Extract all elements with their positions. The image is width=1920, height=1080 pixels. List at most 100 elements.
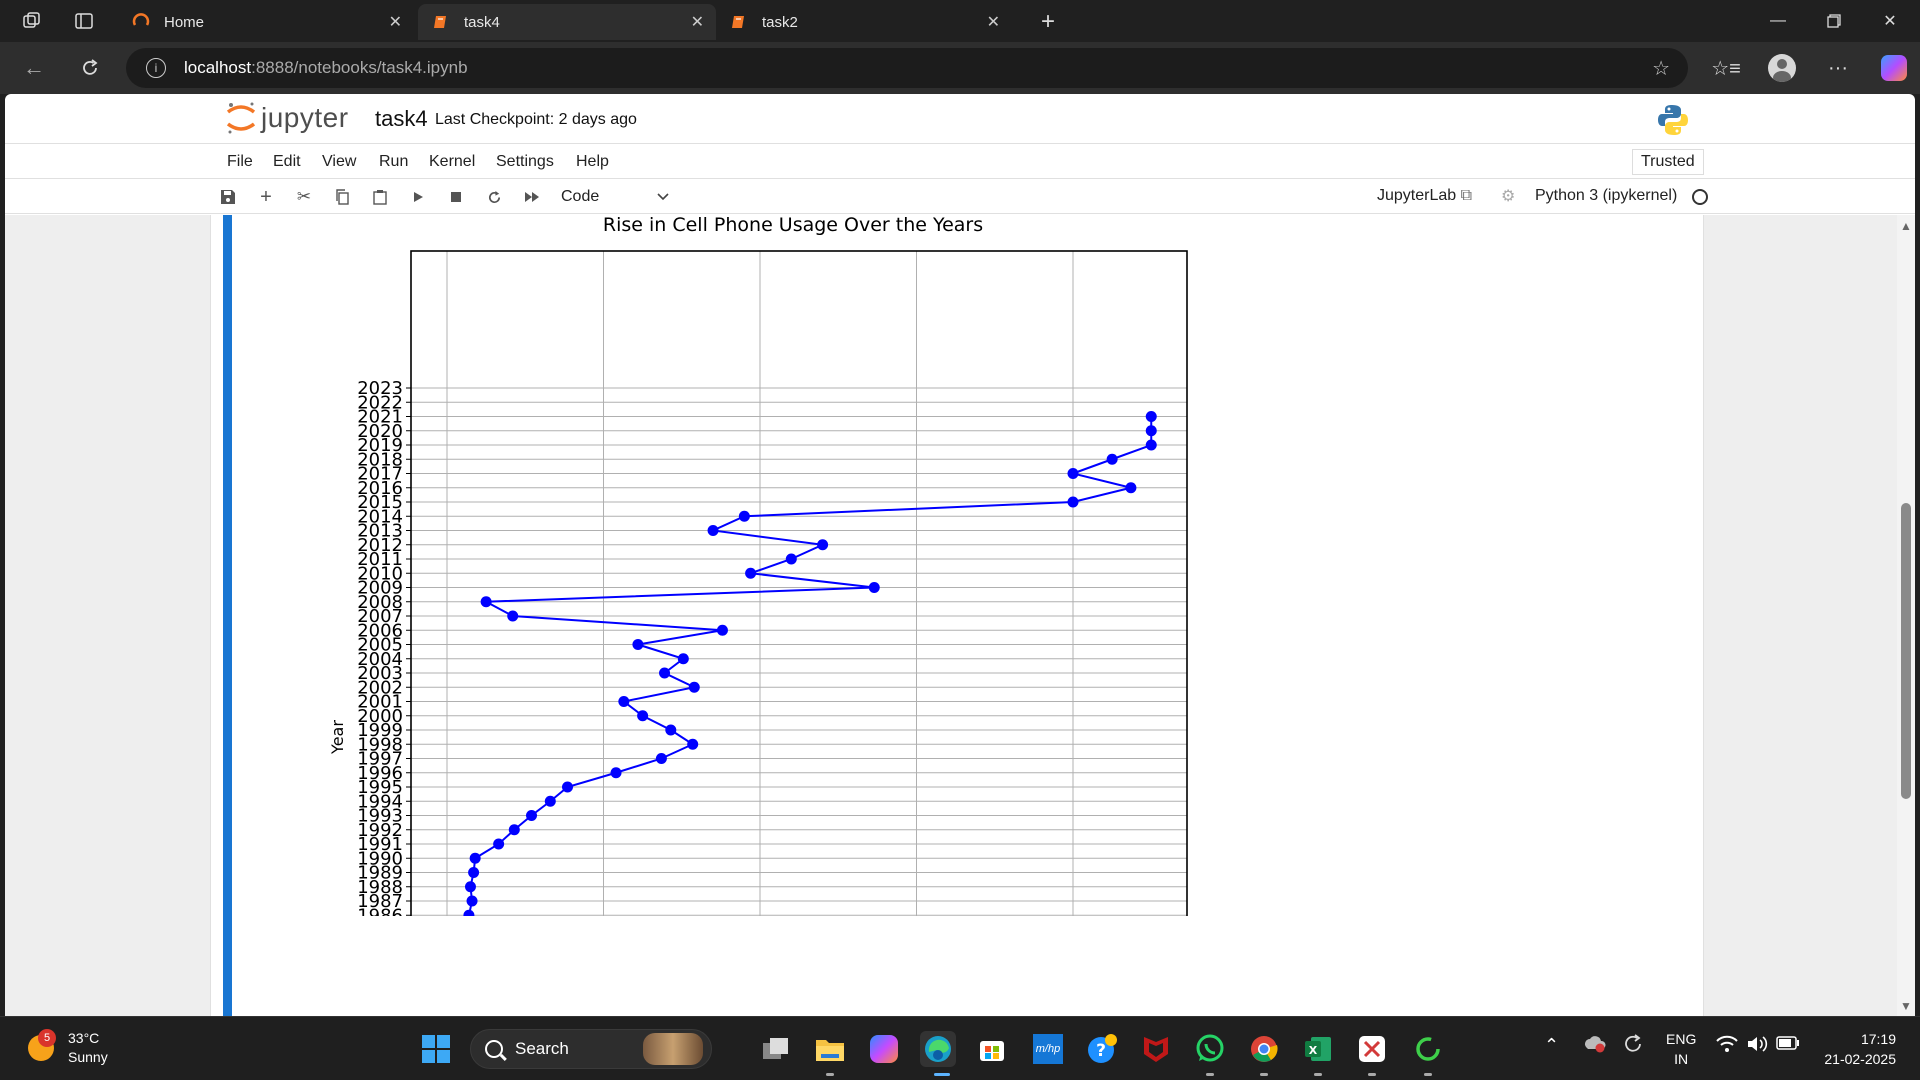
edge-home-icon: [132, 13, 150, 31]
vertical-scrollbar[interactable]: ▲ ▼: [1897, 215, 1915, 1016]
menu-help[interactable]: Help: [576, 153, 609, 171]
running-indicator: [1368, 1073, 1376, 1076]
copilot-icon[interactable]: [1876, 52, 1912, 84]
data-point: [464, 881, 476, 893]
edge-icon[interactable]: [920, 1031, 956, 1067]
run-icon[interactable]: [406, 186, 430, 208]
whatsapp-icon[interactable]: [1192, 1031, 1228, 1067]
start-icon[interactable]: [418, 1031, 454, 1067]
new-tab-button[interactable]: +: [1030, 4, 1066, 40]
copilot-app-icon[interactable]: [866, 1031, 902, 1067]
menu-view[interactable]: View: [322, 153, 356, 171]
menu-edit[interactable]: Edit: [273, 153, 301, 171]
search-highlight-icon: [643, 1033, 703, 1065]
notification-badge: 5: [38, 1029, 56, 1047]
trusted-indicator[interactable]: Trusted: [1632, 149, 1704, 175]
data-point: [677, 653, 689, 665]
kernel-name[interactable]: Python 3 (ipykernel): [1535, 187, 1677, 205]
data-point: [610, 767, 622, 779]
data-point: [1106, 453, 1118, 465]
scroll-up-icon[interactable]: ▲: [1900, 219, 1912, 233]
tab-actions-icon[interactable]: [64, 0, 104, 42]
add-cell-icon[interactable]: +: [254, 186, 278, 208]
loading-circle-icon[interactable]: [1410, 1031, 1446, 1067]
data-point: [745, 567, 757, 579]
file-explorer-icon[interactable]: [812, 1031, 848, 1067]
mylip-icon[interactable]: m/hp: [1030, 1031, 1066, 1067]
notebook-name[interactable]: task4: [375, 106, 428, 132]
favorite-star-icon[interactable]: ☆: [1652, 56, 1670, 81]
workspaces-icon[interactable]: [12, 0, 52, 42]
python-logo-icon: [1655, 102, 1691, 138]
close-icon[interactable]: ✕: [987, 12, 1000, 32]
tab-task4[interactable]: task4 ✕: [418, 4, 716, 40]
data-point: [687, 738, 699, 750]
close-icon[interactable]: ✕: [691, 12, 704, 32]
more-options-icon[interactable]: ···: [1820, 52, 1856, 84]
excel-icon[interactable]: X: [1300, 1031, 1336, 1067]
data-point: [480, 596, 492, 608]
store-icon[interactable]: [974, 1031, 1010, 1067]
favorites-icon[interactable]: ☆≡: [1708, 52, 1744, 84]
clock-time: 17:19: [1860, 1031, 1896, 1047]
copy-icon[interactable]: [330, 186, 354, 208]
data-point: [688, 681, 700, 693]
onedrive-icon[interactable]: [1582, 1033, 1606, 1056]
chrome-icon[interactable]: [1246, 1031, 1282, 1067]
menu-run[interactable]: Run: [379, 153, 408, 171]
snipping-tool-icon[interactable]: [1354, 1031, 1390, 1067]
refresh-button[interactable]: [74, 52, 106, 84]
system-clock[interactable]: 17:19 21-02-2025: [1816, 1029, 1896, 1069]
jupyter-logo-icon: [225, 100, 257, 136]
chart-title: Rise in Cell Phone Usage Over the Years: [603, 215, 983, 236]
show-hidden-icons-icon[interactable]: ⌃: [1544, 1035, 1559, 1056]
menu-kernel[interactable]: Kernel: [429, 153, 475, 171]
battery-icon[interactable]: [1776, 1036, 1800, 1053]
tab-label: task2: [762, 13, 798, 31]
profile-avatar[interactable]: [1764, 52, 1800, 84]
clock-date: 21-02-2025: [1824, 1051, 1896, 1067]
sync-icon[interactable]: [1622, 1033, 1644, 1058]
url-bar[interactable]: i localhost:8888/notebooks/task4.ipynb ☆: [126, 48, 1688, 88]
close-icon[interactable]: ✕: [389, 12, 402, 32]
tab-task2[interactable]: task2 ✕: [716, 4, 1012, 40]
scroll-down-icon[interactable]: ▼: [1900, 999, 1912, 1013]
input-language[interactable]: ENG IN: [1666, 1029, 1696, 1069]
wifi-icon[interactable]: [1716, 1035, 1738, 1056]
active-cell-indicator[interactable]: [223, 215, 232, 1016]
taskbar-search[interactable]: Search: [470, 1029, 712, 1069]
menu-settings[interactable]: Settings: [496, 153, 554, 171]
data-point: [544, 795, 556, 807]
back-button[interactable]: ←: [18, 52, 50, 84]
task-view-icon[interactable]: [758, 1031, 794, 1067]
save-icon[interactable]: [216, 186, 240, 208]
search-icon: [485, 1040, 503, 1058]
language-code: ENG: [1666, 1031, 1697, 1047]
tab-home[interactable]: Home ✕: [118, 4, 414, 40]
jupyterlab-link[interactable]: JupyterLab ⧉: [1377, 187, 1472, 205]
cell-type-select[interactable]: Code: [561, 185, 669, 209]
menu-file[interactable]: File: [227, 153, 253, 171]
jupyter-logo-text: jupyter: [261, 102, 349, 133]
volume-icon[interactable]: [1746, 1035, 1768, 1056]
site-info-icon[interactable]: i: [146, 58, 166, 78]
restore-button[interactable]: [1806, 0, 1862, 42]
help-icon[interactable]: ?: [1084, 1031, 1120, 1067]
sun-icon: 5: [28, 1029, 56, 1061]
running-indicator: [934, 1073, 950, 1076]
minimize-button[interactable]: —: [1750, 0, 1806, 42]
data-point: [632, 639, 644, 650]
paste-icon[interactable]: [368, 186, 392, 208]
restart-run-all-icon[interactable]: [520, 186, 544, 208]
notebook-icon: [730, 13, 748, 31]
data-point: [868, 582, 880, 593]
stop-icon[interactable]: [444, 186, 468, 208]
jupyter-logo[interactable]: jupyter: [225, 100, 349, 136]
data-point: [1145, 439, 1157, 451]
restart-kernel-icon[interactable]: [482, 186, 506, 208]
mcafee-icon[interactable]: [1138, 1031, 1174, 1067]
cut-icon[interactable]: ✂: [292, 186, 316, 208]
scroll-thumb[interactable]: [1901, 503, 1911, 799]
close-window-button[interactable]: ✕: [1862, 0, 1918, 42]
weather-widget[interactable]: 5 33°C Sunny: [28, 1029, 108, 1067]
